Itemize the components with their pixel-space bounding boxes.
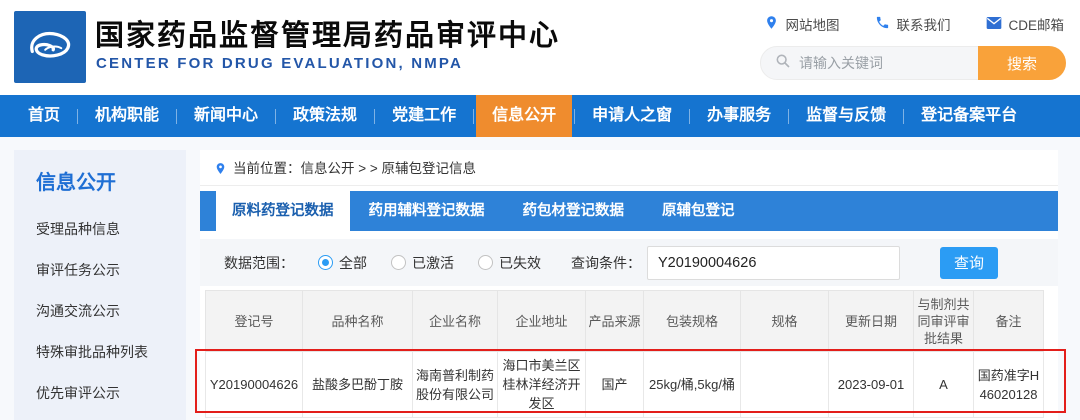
registration-table: 登记号 品种名称 企业名称 企业地址 产品来源 包装规格 规格 更新日期 与制剂… xyxy=(205,290,1044,418)
col-product-source: 产品来源 xyxy=(586,291,644,352)
content-card: 当前位置：信息公开 > > 原辅包登记信息 原料药登记数据 药用辅料登记数据 药… xyxy=(200,150,1058,420)
nav-item-home[interactable]: 首页 xyxy=(13,95,75,137)
nav-divider xyxy=(689,109,690,124)
cell-product-name: 盐酸多巴酚丁胺 xyxy=(303,352,413,418)
query-condition-input[interactable] xyxy=(647,246,900,280)
sidebar: 信息公开 受理品种信息 审评任务公示 沟通交流公示 特殊审批品种列表 优先审评公… xyxy=(14,150,186,420)
contact-link[interactable]: 联系我们 xyxy=(875,14,950,34)
sitemap-link[interactable]: 网站地图 xyxy=(764,14,839,34)
site-subtitle: CENTER FOR DRUG EVALUATION, NMPA xyxy=(96,55,463,72)
breadcrumb: 当前位置：信息公开 > > 原辅包登记信息 xyxy=(200,150,1058,186)
search-icon xyxy=(761,53,791,74)
nav-item-services[interactable]: 办事服务 xyxy=(692,95,786,137)
col-company-address: 企业地址 xyxy=(498,291,586,352)
nav-item-news[interactable]: 新闻中心 xyxy=(179,95,273,137)
site-search-button[interactable]: 搜索 xyxy=(978,46,1066,80)
site-title: 国家药品监督管理局药品审评中心 xyxy=(95,12,560,54)
tab-bar: 原料药登记数据 药用辅料登记数据 药包材登记数据 原辅包登记 xyxy=(200,191,1058,231)
nav-item-registration-platform[interactable]: 登记备案平台 xyxy=(906,95,1032,137)
header-quick-links: 网站地图 联系我们 CDE邮箱 xyxy=(764,14,1064,34)
nav-item-info-disclosure[interactable]: 信息公开 xyxy=(476,95,572,137)
site-header: 国家药品监督管理局药品审评中心 CENTER FOR DRUG EVALUATI… xyxy=(0,0,1080,95)
cell-registration-no: Y20190004626 xyxy=(206,352,303,418)
col-registration-no: 登记号 xyxy=(206,291,303,352)
nav-divider xyxy=(176,109,177,124)
col-company-name: 企业名称 xyxy=(413,291,498,352)
col-remark: 备注 xyxy=(974,291,1044,352)
main-nav: 首页 机构职能 新闻中心 政策法规 党建工作 信息公开 申请人之窗 办事服务 监… xyxy=(0,95,1080,137)
col-spec: 规格 xyxy=(741,291,829,352)
tab-api-registration-data[interactable]: 原料药登记数据 xyxy=(216,191,350,231)
tab-excipient-registration-data[interactable]: 药用辅料登记数据 xyxy=(350,191,504,231)
sidebar-item-accepted-varieties[interactable]: 受理品种信息 xyxy=(14,209,186,250)
col-update-date: 更新日期 xyxy=(829,291,914,352)
table-row: Y20190004626 盐酸多巴酚丁胺 海南普利制药股份有限公司 海口市美兰区… xyxy=(206,352,1044,418)
query-condition-label: 查询条件： xyxy=(571,253,641,273)
cell-package-spec: 25kg/桶,5kg/桶 xyxy=(644,352,741,418)
sidebar-item-communication[interactable]: 沟通交流公示 xyxy=(14,291,186,332)
page: 国家药品监督管理局药品审评中心 CENTER FOR DRUG EVALUATI… xyxy=(0,0,1080,420)
radio-all[interactable]: 全部 xyxy=(318,253,367,273)
cell-company-address: 海口市美兰区桂林洋经济开发区 xyxy=(498,352,586,418)
sidebar-title: 信息公开 xyxy=(14,150,186,195)
sidebar-list: 受理品种信息 审评任务公示 沟通交流公示 特殊审批品种列表 优先审评公示 xyxy=(14,209,186,414)
swan-logo-icon xyxy=(21,16,79,79)
sitemap-label: 网站地图 xyxy=(785,14,839,34)
cde-logo[interactable] xyxy=(14,11,86,83)
cell-joint-review-result: A xyxy=(914,352,974,418)
col-product-name: 品种名称 xyxy=(303,291,413,352)
data-scope-label: 数据范围： xyxy=(224,253,294,273)
nav-divider xyxy=(903,109,904,124)
location-pin-icon xyxy=(214,161,227,181)
cell-update-date: 2023-09-01 xyxy=(829,352,914,418)
radio-unselected-icon xyxy=(391,255,406,270)
radio-unselected-icon xyxy=(478,255,493,270)
tab-raw-excipient-pack-registration[interactable]: 原辅包登记 xyxy=(643,191,754,231)
nav-item-policies[interactable]: 政策法规 xyxy=(278,95,372,137)
sidebar-item-special-approval[interactable]: 特殊审批品种列表 xyxy=(14,332,186,373)
query-button[interactable]: 查询 xyxy=(940,247,998,279)
table-header-row: 登记号 品种名称 企业名称 企业地址 产品来源 包装规格 规格 更新日期 与制剂… xyxy=(206,291,1044,352)
col-joint-review-result: 与制剂共同审评审批结果 xyxy=(914,291,974,352)
nav-divider xyxy=(574,109,575,124)
phone-icon xyxy=(875,15,890,33)
cell-company-name: 海南普利制药股份有限公司 xyxy=(413,352,498,418)
nav-item-party-building[interactable]: 党建工作 xyxy=(377,95,471,137)
breadcrumb-text[interactable]: 当前位置：信息公开 > > 原辅包登记信息 xyxy=(233,161,476,177)
cell-spec xyxy=(741,352,829,418)
site-search-input[interactable] xyxy=(791,55,978,71)
nav-divider xyxy=(788,109,789,124)
nav-item-functions[interactable]: 机构职能 xyxy=(80,95,174,137)
contact-label: 联系我们 xyxy=(896,14,950,34)
tab-packaging-registration-data[interactable]: 药包材登记数据 xyxy=(504,191,644,231)
col-package-spec: 包装规格 xyxy=(644,291,741,352)
radio-expired[interactable]: 已失效 xyxy=(478,253,541,273)
location-pin-icon xyxy=(764,15,779,33)
cde-mail-label: CDE邮箱 xyxy=(1008,14,1064,34)
cell-remark: 国药准字H46020128 xyxy=(974,352,1044,418)
cde-mail-link[interactable]: CDE邮箱 xyxy=(986,14,1064,34)
sidebar-item-review-tasks[interactable]: 审评任务公示 xyxy=(14,250,186,291)
nav-item-applicant-window[interactable]: 申请人之窗 xyxy=(577,95,687,137)
cell-product-source: 国产 xyxy=(586,352,644,418)
nav-divider xyxy=(77,109,78,124)
nav-divider xyxy=(275,109,276,124)
sidebar-item-priority-review[interactable]: 优先审评公示 xyxy=(14,373,186,414)
nav-item-supervision-feedback[interactable]: 监督与反馈 xyxy=(791,95,901,137)
radio-activated[interactable]: 已激活 xyxy=(391,253,454,273)
site-search: 搜索 xyxy=(760,46,1066,80)
mail-icon xyxy=(986,16,1002,33)
nav-divider xyxy=(473,109,474,124)
radio-selected-icon xyxy=(318,255,333,270)
filter-bar: 数据范围： 全部 已激活 已失效 查询条件： 查询 xyxy=(200,239,1058,286)
nav-divider xyxy=(374,109,375,124)
